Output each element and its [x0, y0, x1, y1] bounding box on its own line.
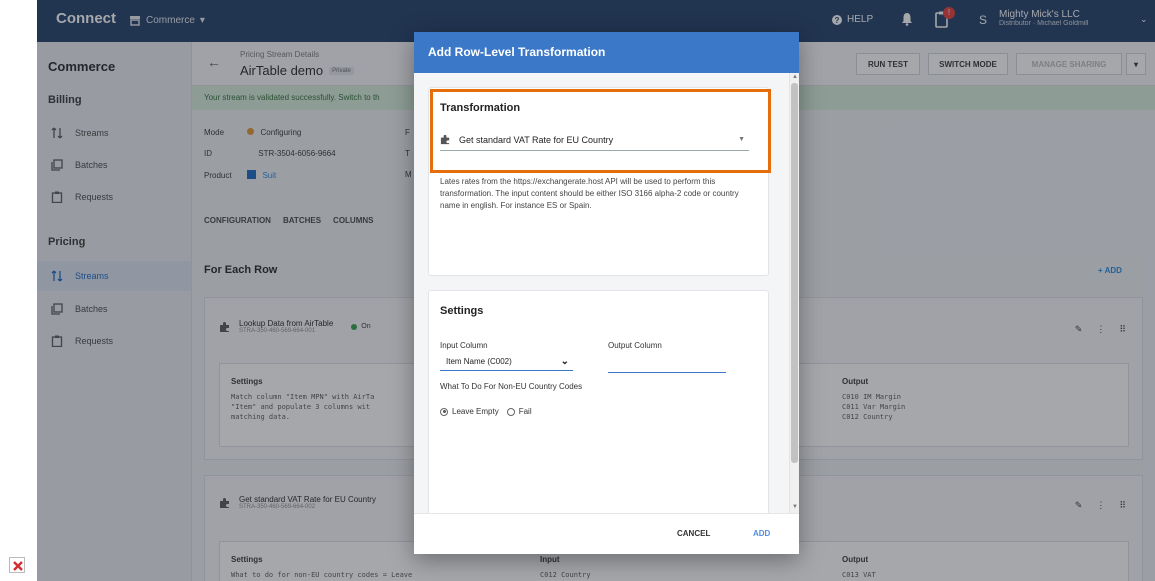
output-column-input[interactable]: [608, 355, 726, 373]
highlight-box: [430, 89, 771, 173]
scrollbar-thumb[interactable]: [791, 83, 798, 463]
settings-title: Settings: [440, 305, 484, 317]
dialog-scrollbar[interactable]: ▲ ▼: [789, 73, 799, 513]
radio-leave-empty[interactable]: [440, 407, 448, 416]
non-eu-radio-group: Leave Empty Fail: [440, 407, 532, 416]
scroll-up-arrow-icon[interactable]: ▲: [792, 74, 798, 80]
non-eu-label: What To Do For Non-EU Country Codes: [440, 382, 583, 391]
input-column-select[interactable]: Item Name (C002) ⌄: [440, 353, 573, 371]
settings-section: Settings Input Column Item Name (C002) ⌄…: [428, 290, 769, 513]
dialog-footer: CANCEL ADD: [414, 513, 799, 554]
radio-fail-label: Fail: [518, 407, 532, 416]
input-column-value: Item Name (C002): [446, 357, 512, 366]
output-column-label: Output Column: [608, 341, 662, 350]
transformation-description: Lates rates from the https://exchangerat…: [440, 177, 739, 210]
chevron-down-icon: ⌄: [560, 356, 569, 367]
add-transformation-dialog: Add Row-Level Transformation Transformat…: [414, 32, 799, 554]
cancel-button[interactable]: CANCEL: [677, 529, 710, 538]
scroll-down-arrow-icon[interactable]: ▼: [792, 504, 798, 510]
radio-leave-empty-label: Leave Empty: [452, 407, 499, 416]
dialog-title: Add Row-Level Transformation: [414, 32, 799, 73]
app-window: Connect Commerce ▾ ? HELP ! S Mighty Mic…: [37, 0, 1155, 581]
add-button[interactable]: ADD: [753, 529, 770, 538]
input-column-label: Input Column: [440, 341, 488, 350]
radio-fail[interactable]: [506, 407, 515, 416]
broken-image-icon: [9, 557, 25, 573]
